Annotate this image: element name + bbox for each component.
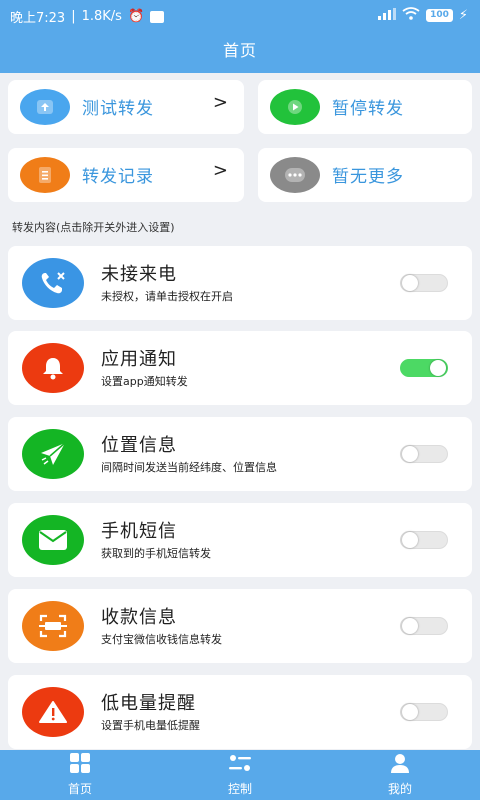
feature-name: 低电量提醒 [101, 693, 196, 714]
tab-label: 控制 [227, 782, 252, 796]
low-battery-toggle[interactable] [400, 703, 448, 721]
bottom-tab-bar: 首页 控制 我的 [0, 750, 480, 800]
no-more-card[interactable]: 暂无更多 [258, 148, 472, 202]
feature-desc: 获取到的手机短信转发 [101, 547, 211, 560]
location-arrow-icon [22, 429, 84, 479]
feature-name: 应用通知 [101, 349, 177, 370]
feature-card-location[interactable]: 位置信息 间隔时间发送当前经纬度、位置信息 [8, 417, 472, 491]
message-icon [22, 515, 84, 565]
play-icon [270, 89, 320, 125]
toggle-knob [402, 275, 418, 291]
feature-name: 未接来电 [101, 264, 177, 285]
wifi-icon [402, 7, 420, 24]
status-bar: 晚上7:23 | 1.8K/s ⏰ 100 ⚡ [0, 0, 480, 30]
tab-control[interactable]: 控制 [160, 750, 320, 800]
more-icon [270, 157, 320, 193]
toggle-knob [402, 532, 418, 548]
feature-desc: 设置app通知转发 [101, 375, 188, 388]
feature-name: 位置信息 [101, 435, 177, 456]
test-forward-label: 测试转发 [82, 99, 154, 119]
feature-name: 收款信息 [101, 607, 177, 628]
test-forward-card[interactable]: 测试转发 > [8, 80, 244, 134]
sms-toggle[interactable] [400, 531, 448, 549]
feature-desc: 间隔时间发送当前经纬度、位置信息 [101, 461, 277, 474]
status-divider: | [71, 9, 76, 24]
feature-name: 手机短信 [101, 521, 177, 542]
app-notification-toggle[interactable] [400, 359, 448, 377]
feature-card-missed-call[interactable]: 未接来电 未授权，请单击授权在开启 [8, 246, 472, 320]
feature-desc: 设置手机电量低提醒 [101, 719, 200, 732]
tab-label: 我的 [387, 782, 412, 796]
feature-card-sms[interactable]: 手机短信 获取到的手机短信转发 [8, 503, 472, 577]
feature-card-app-notification[interactable]: 应用通知 设置app通知转发 [8, 331, 472, 405]
pause-forward-card[interactable]: 暂停转发 [258, 80, 472, 134]
no-more-label: 暂无更多 [332, 167, 404, 187]
pause-forward-label: 暂停转发 [332, 99, 404, 119]
chevron-right-icon: > [212, 92, 228, 113]
user-icon [390, 753, 410, 776]
tab-home[interactable]: 首页 [0, 750, 160, 800]
toggle-knob [402, 446, 418, 462]
status-speed: 1.8K/s [81, 9, 122, 24]
feature-card-payment[interactable]: 收款信息 支付宝微信收钱信息转发 [8, 589, 472, 663]
forward-history-label: 转发记录 [82, 167, 154, 187]
missed-call-toggle[interactable] [400, 274, 448, 292]
tab-mine[interactable]: 我的 [320, 750, 480, 800]
toggle-knob [402, 704, 418, 720]
alarm-icon: ⏰ [127, 9, 145, 24]
missed-call-icon [22, 258, 84, 308]
section-label: 转发内容(点击除开关外进入设置) [12, 221, 175, 234]
app-header: 晚上7:23 | 1.8K/s ⏰ 100 ⚡ 首页 [0, 0, 480, 73]
signal-icon [378, 7, 397, 24]
document-icon [20, 157, 70, 193]
tab-label: 首页 [67, 782, 92, 796]
forward-history-card[interactable]: 转发记录 > [8, 148, 244, 202]
feature-desc: 支付宝微信收钱信息转发 [101, 633, 222, 646]
location-toggle[interactable] [400, 445, 448, 463]
notification-icon [150, 10, 165, 23]
page-title: 首页 [222, 41, 257, 60]
chevron-right-icon: > [212, 160, 228, 181]
upload-icon [20, 89, 70, 125]
warning-icon [22, 687, 84, 737]
payment-toggle[interactable] [400, 617, 448, 635]
scan-pay-icon [22, 601, 84, 651]
charging-icon: ⚡ [458, 8, 468, 23]
battery-indicator: 100 [426, 9, 453, 22]
status-time: 晚上7:23 [10, 11, 66, 26]
bell-icon [22, 343, 84, 393]
toggle-knob [402, 618, 418, 634]
sliders-icon [228, 753, 252, 776]
feature-card-low-battery[interactable]: 低电量提醒 设置手机电量低提醒 [8, 675, 472, 749]
grid-icon [69, 753, 91, 776]
feature-desc: 未授权，请单击授权在开启 [101, 290, 233, 303]
toggle-knob [430, 360, 446, 376]
